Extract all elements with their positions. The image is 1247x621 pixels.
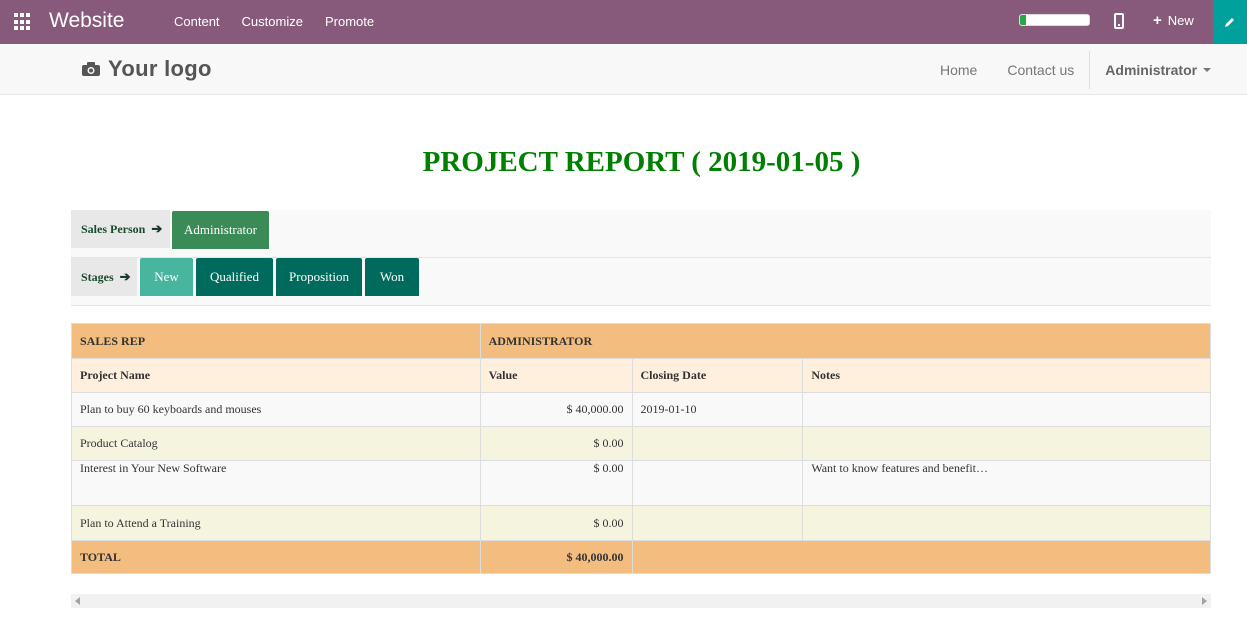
project-name: Plan to Attend a Training: [71, 505, 481, 541]
menu-content[interactable]: Content: [174, 14, 220, 29]
group-label: SALES REP: [71, 323, 481, 359]
mobile-preview-icon[interactable]: [1114, 13, 1124, 29]
project-value: $ 0.00: [479, 505, 633, 541]
closing-date: 2019-01-10: [631, 392, 804, 427]
app-title: Website: [49, 9, 125, 32]
project-name: Plan to buy 60 keyboards and mouses: [71, 392, 481, 427]
table-row: Plan to Attend a Training $ 0.00: [71, 505, 1211, 541]
closing-date: [631, 426, 804, 461]
sales-person-label: Sales Person ➔: [71, 210, 170, 248]
camera-icon: [82, 62, 100, 76]
table-row: Interest in Your New Software $ 0.00 Wan…: [71, 460, 1211, 506]
apps-grid-icon[interactable]: [14, 13, 32, 31]
horizontal-scrollbar[interactable]: [71, 594, 1211, 608]
stage-proposition[interactable]: Proposition: [276, 258, 362, 296]
new-button-label: New: [1167, 13, 1194, 28]
new-button[interactable]: + New: [1153, 11, 1194, 29]
pencil-icon: [1225, 18, 1234, 27]
menu-promote[interactable]: Promote: [325, 14, 374, 29]
top-menu: Content Customize Promote: [174, 14, 374, 29]
sales-person-chip[interactable]: Administrator: [172, 211, 269, 249]
notes: [802, 426, 1211, 461]
notes: [802, 505, 1211, 541]
admin-topbar: Website Content Customize Promote + New: [0, 0, 1247, 44]
site-nav: Home Contact us Administrator: [925, 44, 1226, 95]
total-empty: [631, 540, 1211, 574]
sales-person-filter: Sales Person ➔ Administrator: [71, 210, 1211, 258]
logo-text: Your logo: [108, 56, 212, 81]
menu-customize[interactable]: Customize: [242, 14, 303, 29]
sales-person-label-text: Sales Person: [81, 221, 146, 236]
scroll-right-icon[interactable]: [1202, 597, 1207, 605]
caret-down-icon: [1203, 67, 1212, 72]
arrow-right-icon: ➔: [119, 269, 131, 284]
plus-icon: +: [1153, 11, 1162, 29]
total-label: TOTAL: [71, 540, 481, 574]
user-menu[interactable]: Administrator: [1090, 62, 1226, 78]
nav-home[interactable]: Home: [925, 62, 992, 78]
column-header: Closing Date: [631, 358, 804, 393]
site-header: Your logo Home Contact us Administrator: [0, 44, 1247, 95]
closing-date: [631, 460, 804, 506]
project-name: Product Catalog: [71, 426, 481, 461]
user-name: Administrator: [1105, 61, 1198, 78]
stage-qualified[interactable]: Qualified: [196, 258, 273, 296]
column-header: Value: [479, 358, 633, 393]
group-value: ADMINISTRATOR: [479, 323, 1212, 359]
notes: Want to know features and benefit…: [802, 460, 1211, 506]
project-value: $ 0.00: [479, 426, 633, 461]
stage-new[interactable]: New: [140, 258, 193, 296]
table-row: Product Catalog $ 0.00: [71, 426, 1211, 461]
report-table: SALES REP ADMINISTRATOR Project Name Val…: [71, 323, 1212, 574]
stages-label: Stages ➔: [71, 258, 137, 296]
total-row: TOTAL $ 40,000.00: [71, 540, 1211, 574]
column-header-row: Project Name Value Closing Date Notes: [71, 358, 1211, 393]
stages-label-text: Stages: [81, 269, 114, 284]
progress-fill: [1020, 15, 1026, 25]
table-row: Plan to buy 60 keyboards and mouses $ 40…: [71, 392, 1211, 427]
edit-button[interactable]: [1213, 0, 1247, 44]
closing-date: [631, 505, 804, 541]
project-value: $ 0.00: [479, 460, 633, 506]
total-value: $ 40,000.00: [479, 540, 633, 574]
column-header: Project Name: [71, 358, 481, 393]
notes: [802, 392, 1211, 427]
scroll-left-icon[interactable]: [75, 597, 80, 605]
project-name: Interest in Your New Software: [71, 460, 481, 506]
group-header-row: SALES REP ADMINISTRATOR: [71, 323, 1212, 359]
column-header: Notes: [802, 358, 1211, 393]
arrow-right-icon: ➔: [151, 221, 163, 236]
nav-contact-us[interactable]: Contact us: [992, 62, 1089, 78]
report-title: PROJECT REPORT ( 2019-01-05 ): [422, 146, 861, 178]
stages-filter: Stages ➔ New Qualified Proposition Won: [71, 258, 1211, 306]
stage-won[interactable]: Won: [365, 258, 419, 296]
site-logo[interactable]: Your logo: [82, 56, 212, 82]
project-value: $ 40,000.00: [479, 392, 633, 427]
progress-bar: [1019, 14, 1090, 26]
